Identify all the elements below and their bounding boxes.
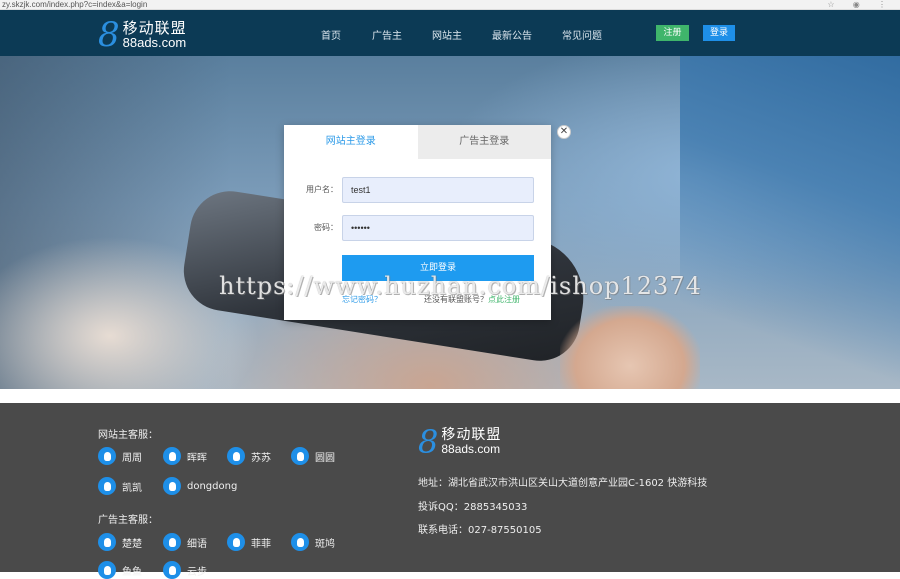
username-input[interactable]: test1: [342, 177, 534, 203]
qq-icon: [291, 447, 309, 465]
service-name: 晖晖: [187, 452, 207, 464]
qq-icon: [291, 533, 309, 551]
footer-logo: 8 移动联盟 88ads.com: [418, 426, 501, 458]
divider: [0, 389, 900, 403]
footer-logo-mark: 8: [418, 423, 439, 461]
advertiser-service-item[interactable]: 鱼鱼: [98, 561, 142, 579]
qq-icon: [227, 447, 245, 465]
menu-advertiser[interactable]: 广告主: [372, 27, 402, 42]
register-button[interactable]: 注册: [656, 25, 689, 41]
service-name: 苏苏: [251, 452, 271, 464]
footer-complaint-qq: 投诉QQ：2885345033: [418, 502, 528, 513]
top-nav: 8 移动联盟 88ads.com 首页 广告主 网站主 最新公告 常见问题 注册…: [0, 10, 900, 56]
advertiser-service-title: 广告主客服：: [98, 515, 158, 526]
qq-icon: [163, 533, 181, 551]
close-icon[interactable]: ✕: [557, 125, 571, 139]
qq-icon: [98, 447, 116, 465]
footer-logo-domain: 88ads.com: [441, 442, 501, 456]
publisher-service-item[interactable]: 苏苏: [227, 447, 271, 465]
qq-icon: [98, 533, 116, 551]
advertiser-service-item[interactable]: 菲菲: [227, 533, 271, 551]
tab-publisher-login[interactable]: 网站主登录: [284, 125, 418, 159]
browser-url-bar[interactable]: zy.skzjk.com/index.php?c=index&a=login ☆…: [0, 0, 900, 10]
service-name: 凯凯: [122, 482, 142, 494]
advertiser-service-item[interactable]: 细语: [163, 533, 207, 551]
menu-announcements[interactable]: 最新公告: [492, 27, 532, 42]
service-name: 楚楚: [122, 538, 142, 550]
publisher-service-item[interactable]: 圆圆: [291, 447, 335, 465]
service-name: 菲菲: [251, 538, 271, 550]
advertiser-service-item[interactable]: 云步: [163, 561, 207, 579]
login-button[interactable]: 登录: [703, 25, 735, 41]
qq-icon: [98, 561, 116, 579]
qq-icon: [98, 477, 116, 495]
qq-icon: [163, 561, 181, 579]
publisher-service-item[interactable]: 凯凯: [98, 477, 142, 495]
logo-domain: 88ads.com: [122, 35, 187, 50]
site-logo[interactable]: 8 移动联盟 88ads.com: [98, 18, 187, 52]
advertiser-service-item[interactable]: 楚楚: [98, 533, 142, 551]
logo-mark: 8: [98, 15, 120, 55]
service-name: 圆圆: [315, 452, 335, 464]
footer-logo-title: 移动联盟: [441, 427, 502, 443]
footer-address: 地址：湖北省武汉市洪山区关山大道创意产业园C-1602 快游科技: [418, 478, 708, 489]
publisher-service-item[interactable]: 周周: [98, 447, 142, 465]
username-label: 用户名：: [306, 185, 338, 194]
menu-publisher[interactable]: 网站主: [432, 27, 462, 42]
service-name: 鱼鱼: [122, 566, 142, 578]
publisher-service-item[interactable]: 晖晖: [163, 447, 207, 465]
menu-faq[interactable]: 常见问题: [562, 27, 602, 42]
service-name: 细语: [187, 538, 207, 550]
url-text: zy.skzjk.com/index.php?c=index&a=login: [2, 0, 148, 9]
service-name: dongdong: [187, 480, 238, 492]
footer: 网站主客服： 周周 晖晖 苏苏 圆圆 凯凯 dongdong 广告主客服： 楚楚…: [0, 403, 900, 579]
browser-toolbar-icons[interactable]: ☆ ◉ ⋮: [827, 0, 894, 9]
footer-phone: 联系电话：027-87550105: [418, 525, 542, 536]
advertiser-service-item[interactable]: 斑鸠: [291, 533, 335, 551]
service-name: 斑鸠: [315, 538, 335, 550]
hand-image: [560, 306, 700, 389]
publisher-service-title: 网站主客服：: [98, 430, 158, 441]
qq-icon: [227, 533, 245, 551]
logo-title: 移动联盟: [122, 19, 187, 37]
password-input[interactable]: ••••••: [342, 215, 534, 241]
password-label: 密码：: [314, 223, 338, 232]
service-name: 周周: [122, 452, 142, 464]
menu-home[interactable]: 首页: [321, 27, 341, 42]
publisher-service-item[interactable]: dongdong: [163, 477, 237, 495]
watermark-text: https://www.huzhan.com/ishop12374: [219, 272, 702, 300]
service-name: 云步: [187, 566, 207, 578]
tab-advertiser-login[interactable]: 广告主登录: [417, 125, 551, 159]
qq-icon: [163, 447, 181, 465]
qq-icon: [163, 477, 181, 495]
